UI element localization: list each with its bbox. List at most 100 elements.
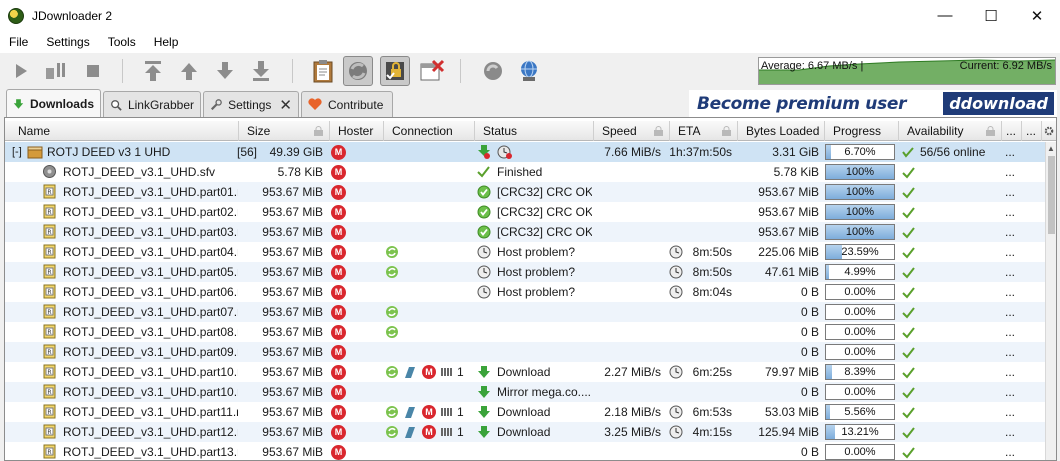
average-speed-label: Average: 6.67 MB/s |	[761, 60, 864, 72]
table-row[interactable]: R ROTJ_DEED_v3.1_UHD.part09.rar 953.67 MiB…	[5, 342, 1045, 362]
row-more[interactable]: ...	[1005, 342, 1015, 362]
move-to-bottom-button[interactable]	[246, 56, 276, 86]
vertical-scrollbar[interactable]: ▲	[1045, 142, 1056, 460]
row-more[interactable]: ...	[1005, 362, 1015, 382]
package-row[interactable]: [-] ROTJ DEED v3 1 UHD [56] 49.39 GiB M …	[5, 142, 1045, 162]
row-more[interactable]: ...	[1005, 202, 1015, 222]
column-connection[interactable]: Connection	[384, 121, 475, 141]
download-arrow-icon	[13, 98, 24, 109]
sfv-file-icon	[43, 165, 56, 178]
table-row[interactable]: R ROTJ_DEED_v3.1_UHD.part10.rar 953.67 MiB…	[5, 362, 1045, 382]
table-row[interactable]: ROTJ_DEED_v3.1_UHD.sfv 5.78 KiB M Finished 5…	[5, 162, 1045, 182]
progress-bar: 8.39%	[825, 364, 895, 380]
menu-tools[interactable]: Tools	[99, 35, 145, 49]
update-button[interactable]	[514, 56, 544, 86]
table-row[interactable]: R ROTJ_DEED_v3.1_UHD.part11.rar 953.67 MiB…	[5, 402, 1045, 422]
row-more[interactable]: ...	[1005, 182, 1015, 202]
file-name: ROTJ_DEED_v3.1_UHD.part03.rar	[63, 225, 238, 239]
tab-downloads[interactable]: Downloads	[6, 89, 101, 117]
table-row[interactable]: R ROTJ_DEED_v3.1_UHD.part04.rar 953.67 MiB…	[5, 242, 1045, 262]
table-row[interactable]: R ROTJ_DEED_v3.1_UHD.part05.rar 953.67 MiB…	[5, 262, 1045, 282]
rar-file-icon: R	[43, 364, 56, 379]
row-more[interactable]: ...	[1005, 222, 1015, 242]
svg-text:R: R	[47, 449, 51, 456]
premium-toggle-button[interactable]	[380, 56, 410, 86]
row-more[interactable]: ...	[1005, 442, 1015, 460]
column-speed[interactable]: Speed	[594, 121, 670, 141]
online-check-icon	[902, 267, 915, 279]
eta	[665, 222, 732, 242]
column-hoster[interactable]: Hoster	[330, 121, 384, 141]
table-row[interactable]: R ROTJ_DEED_v3.1_UHD.part06.rar 953.67 MiB…	[5, 282, 1045, 302]
close-tab-icon[interactable]: ✕	[279, 96, 292, 114]
column-status[interactable]: Status	[475, 121, 594, 141]
maximize-button[interactable]: ☐	[968, 0, 1014, 31]
close-window-button[interactable]: ✕	[1014, 0, 1060, 31]
stop-icon	[87, 65, 99, 77]
column-size[interactable]: Size	[239, 121, 330, 141]
waiting-connection-icon	[386, 266, 398, 278]
online-check-icon	[902, 287, 915, 299]
table-row[interactable]: R ROTJ_DEED_v3.1_UHD.part03.rar 953.67 MiB…	[5, 222, 1045, 242]
table-row[interactable]: R ROTJ_DEED_v3.1_UHD.part08.rar 953.67 MiB…	[5, 322, 1045, 342]
column-extra-1[interactable]: ...	[1002, 121, 1022, 141]
tab-linkgrabber[interactable]: LinkGrabber	[103, 91, 201, 117]
row-more[interactable]: ...	[1005, 402, 1015, 422]
column-availability[interactable]: Availability	[899, 121, 1002, 141]
row-more[interactable]: ...	[1005, 302, 1015, 322]
row-more[interactable]: ...	[1005, 282, 1015, 302]
table-row[interactable]: R ROTJ_DEED_v3.1_UHD.part02.rar 953.67 MiB…	[5, 202, 1045, 222]
crc-ok-icon	[477, 225, 491, 239]
tab-settings[interactable]: Settings ✕	[203, 91, 299, 117]
ddownload-logo: ddownload	[943, 92, 1054, 115]
file-name: ROTJ_DEED_v3.1_UHD.part11.rar	[63, 405, 238, 419]
move-up-button[interactable]	[174, 56, 204, 86]
premium-banner[interactable]: Become premium user ddownload	[689, 90, 1057, 117]
speed-limit-button[interactable]	[417, 56, 447, 86]
start-downloads-button[interactable]	[6, 56, 36, 86]
stop-downloads-button[interactable]	[78, 56, 108, 86]
move-to-top-button[interactable]	[138, 56, 168, 86]
move-down-button[interactable]	[210, 56, 240, 86]
column-bytes-loaded[interactable]: Bytes Loaded	[738, 121, 825, 141]
row-more[interactable]: ...	[1005, 382, 1015, 402]
minimize-button[interactable]: —	[922, 0, 968, 31]
progress-bar: 13.21%	[825, 424, 895, 440]
column-eta[interactable]: ETA	[670, 121, 738, 141]
rar-file-icon: R	[43, 404, 56, 419]
rar-file-icon: R	[43, 244, 56, 259]
scroll-up-arrow-icon[interactable]: ▲	[1047, 144, 1055, 153]
auto-reconnect-button[interactable]	[343, 56, 373, 86]
column-extra-2[interactable]: ...	[1022, 121, 1042, 141]
menu-file[interactable]: File	[0, 35, 37, 49]
table-row[interactable]: R ROTJ_DEED_v3.1_UHD.part13.rar 953.67 MiB…	[5, 442, 1045, 460]
column-name[interactable]: Name	[10, 121, 239, 141]
column-progress[interactable]: Progress	[825, 121, 899, 141]
status-text	[497, 302, 592, 322]
tab-contribute[interactable]: Contribute	[301, 91, 393, 117]
row-more[interactable]: ...	[1005, 262, 1015, 282]
clipboard-observer-button[interactable]	[308, 56, 338, 86]
package-size: 49.39 GiB	[269, 145, 323, 159]
pause-downloads-button[interactable]	[40, 56, 70, 86]
table-row[interactable]: R ROTJ_DEED_v3.1_UHD.part07.rar 953.67 MiB…	[5, 302, 1045, 322]
package-more[interactable]: ...	[1005, 142, 1015, 162]
finished-check-icon	[477, 166, 490, 178]
table-row[interactable]: R ROTJ_DEED_v3.1_UHD.part12.rar 953.67 MiB…	[5, 422, 1045, 442]
menu-help[interactable]: Help	[145, 35, 188, 49]
file-name: ROTJ_DEED_v3.1_UHD.sfv	[63, 165, 216, 179]
collapse-toggle[interactable]: [-]	[12, 142, 24, 162]
progress-text: 100%	[845, 166, 875, 178]
reconnect-now-button[interactable]	[478, 56, 508, 86]
table-row[interactable]: R ROTJ_DEED_v3.1_UHD.part01.rar 953.67 MiB…	[5, 182, 1045, 202]
row-more[interactable]: ...	[1005, 422, 1015, 442]
menu-settings[interactable]: Settings	[37, 35, 98, 49]
bytes-loaded: 0 B	[800, 445, 819, 459]
row-more[interactable]: ...	[1005, 322, 1015, 342]
table-row[interactable]: R ROTJ_DEED_v3.1_UHD.part10.rar 953.67 MiB…	[5, 382, 1045, 402]
row-more[interactable]: ...	[1005, 162, 1015, 182]
row-more[interactable]: ...	[1005, 242, 1015, 262]
scrollbar-thumb[interactable]	[1048, 156, 1055, 234]
mega-hoster-icon: M	[331, 165, 346, 180]
column-settings[interactable]	[1042, 121, 1056, 141]
